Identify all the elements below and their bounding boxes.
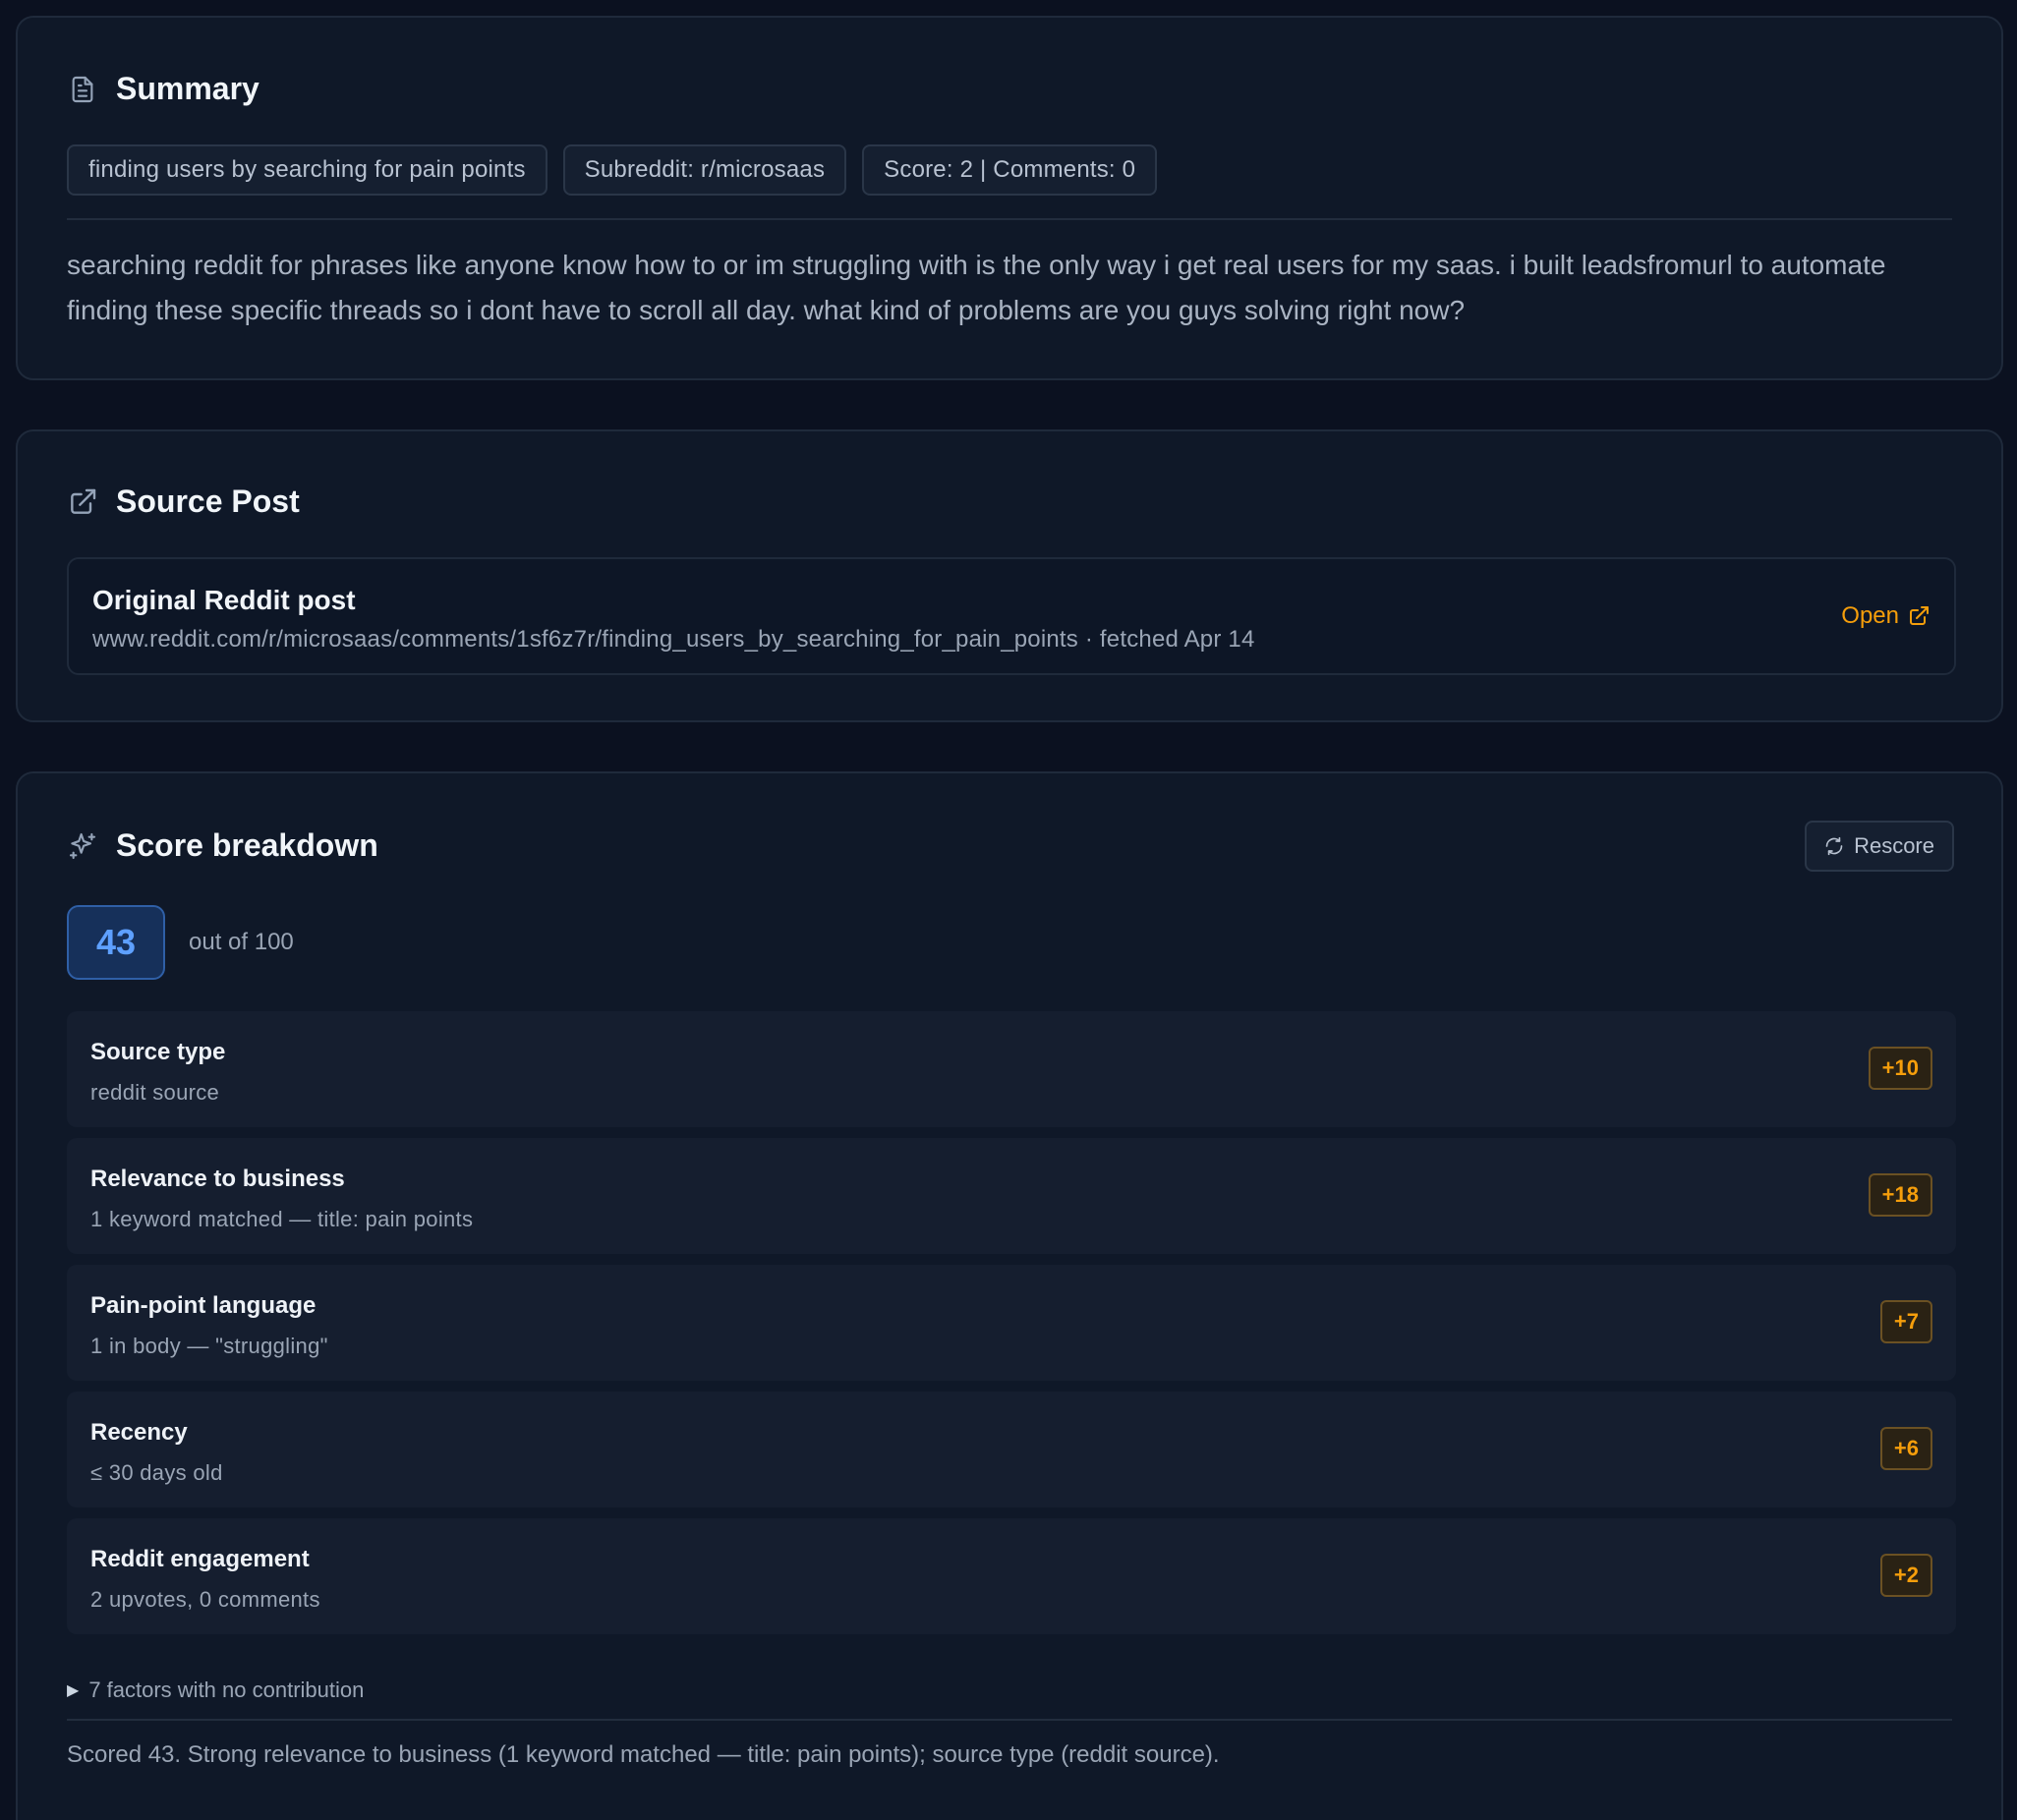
document-icon xyxy=(67,74,98,105)
summary-body: searching reddit for phrases like anyone… xyxy=(67,250,1886,325)
factor-name: Reddit engagement xyxy=(90,1546,310,1572)
subreddit-tag: Subreddit: r/microsaas xyxy=(562,144,847,196)
refresh-icon xyxy=(1825,836,1843,856)
score-out-of: out of 100 xyxy=(189,929,294,955)
score-breakdown-header: Score breakdown xyxy=(67,827,378,864)
source-post-header: Source Post xyxy=(67,483,300,520)
factor-description: 1 keyword matched — title: pain points xyxy=(90,1207,474,1231)
caret-right-icon: ▶ xyxy=(67,1682,80,1699)
factor-source-type: Source type reddit source +10 xyxy=(67,1011,1956,1127)
factor-description: ≤ 30 days old xyxy=(90,1460,223,1485)
factor-points-badge: +2 xyxy=(1879,1554,1932,1597)
score-breakdown-title: Score breakdown xyxy=(116,827,378,863)
score-breakdown-card: Score breakdown Rescore 43 out of 100 So… xyxy=(16,771,2003,1820)
factor-description: 2 upvotes, 0 comments xyxy=(90,1587,320,1612)
factor-relevance: Relevance to business 1 keyword matched … xyxy=(67,1138,1956,1254)
factor-name: Source type xyxy=(90,1039,226,1065)
factor-points-badge: +6 xyxy=(1879,1427,1932,1470)
sparkles-icon xyxy=(67,830,98,862)
score-explanation: Scored 43. Strong relevance to business … xyxy=(67,1741,1220,1768)
original-post-title: Original Reddit post xyxy=(92,585,356,615)
rescore-button[interactable]: Rescore xyxy=(1805,821,1954,872)
factor-name: Recency xyxy=(90,1419,188,1446)
score-value-badge: 43 xyxy=(67,905,165,980)
factor-reddit-engagement: Reddit engagement 2 upvotes, 0 comments … xyxy=(67,1518,1956,1634)
factor-points-badge: +18 xyxy=(1868,1173,1932,1217)
factor-points-badge: +10 xyxy=(1868,1047,1932,1090)
score-comments-tag: Score: 2 | Comments: 0 xyxy=(862,144,1158,196)
factor-name: Pain-point language xyxy=(90,1292,317,1319)
score-divider xyxy=(67,1719,1952,1721)
no-contribution-toggle[interactable]: ▶ 7 factors with no contribution xyxy=(67,1678,364,1703)
summary-tags: finding users by searching for pain poin… xyxy=(67,144,1158,196)
summary-divider xyxy=(67,218,1952,220)
external-link-icon xyxy=(67,486,98,518)
factor-description: reddit source xyxy=(90,1080,220,1105)
summary-card: Summary finding users by searching for p… xyxy=(16,16,2003,380)
factor-description: 1 in body — "struggling" xyxy=(90,1334,328,1358)
page: Summary finding users by searching for p… xyxy=(0,0,2017,1820)
source-post-card: Source Post Original Reddit post www.red… xyxy=(16,429,2003,722)
source-post-title: Source Post xyxy=(116,483,300,519)
no-contribution-label: 7 factors with no contribution xyxy=(88,1678,365,1702)
factor-recency: Recency ≤ 30 days old +6 xyxy=(67,1392,1956,1507)
open-link-label: Open xyxy=(1841,602,1899,629)
summary-header: Summary xyxy=(67,71,259,107)
original-post-link-box[interactable]: Original Reddit post www.reddit.com/r/mi… xyxy=(67,557,1956,675)
rescore-label: Rescore xyxy=(1854,833,1934,858)
external-link-icon xyxy=(1910,606,1929,625)
open-post-link[interactable]: Open xyxy=(1841,602,1931,630)
original-post-url: www.reddit.com/r/microsaas/comments/1sf6… xyxy=(92,626,1255,653)
topic-tag: finding users by searching for pain poin… xyxy=(67,144,547,196)
factor-name: Relevance to business xyxy=(90,1166,345,1192)
factor-points-badge: +7 xyxy=(1879,1300,1932,1343)
factor-pain-point-language: Pain-point language 1 in body — "struggl… xyxy=(67,1265,1956,1381)
summary-title: Summary xyxy=(116,71,259,106)
